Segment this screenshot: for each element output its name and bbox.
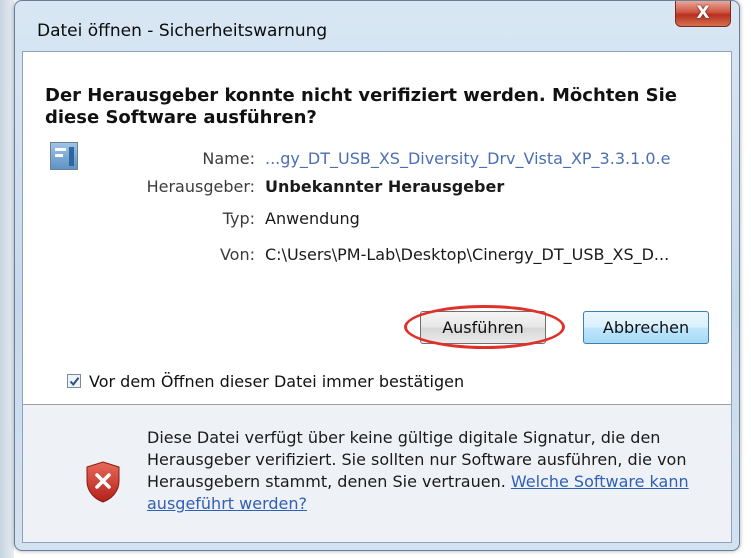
type-value: Anwendung [265,209,360,228]
warning-heading: Der Herausgeber konnte nicht verifiziert… [45,85,678,128]
always-confirm-checkbox[interactable] [67,374,81,388]
dialog-content: Der Herausgeber konnte nicht verifiziert… [22,51,732,543]
from-label: Von: [219,245,255,264]
dialog-title: Datei öffnen - Sicherheitswarnung [37,21,328,41]
info-row-publisher: Herausgeber: Unbekannter Herausgeber [23,174,733,200]
desktop-background [0,0,14,558]
name-label: Name: [202,149,255,168]
always-confirm-label: Vor dem Öffnen dieser Datei immer bestät… [89,372,465,391]
name-value: ...gy_DT_USB_XS_Diversity_Drv_Vista_XP_3… [265,149,671,168]
cancel-button[interactable]: Abbrechen [583,311,709,344]
type-label: Typ: [222,209,255,228]
shield-error-icon [86,461,120,503]
info-row-from: Von: C:\Users\PM-Lab\Desktop\Cinergy_DT_… [23,242,733,268]
warning-footer: Diese Datei verfügt über keine gültige d… [23,405,731,542]
close-icon: X [696,3,710,23]
checkmark-icon [69,377,80,387]
info-row-name: Name: ...gy_DT_USB_XS_Diversity_Drv_Vist… [23,146,733,172]
publisher-label: Herausgeber: [146,177,255,196]
security-warning-dialog: Datei öffnen - Sicherheitswarnung X Der … [14,0,740,551]
info-row-type: Typ: Anwendung [23,206,733,232]
from-value: C:\Users\PM-Lab\Desktop\Cinergy_DT_USB_X… [265,245,670,264]
run-button[interactable]: Ausführen [420,311,546,344]
close-button[interactable]: X [675,1,731,27]
publisher-value: Unbekannter Herausgeber [265,177,505,196]
warning-text-block: Diese Datei verfügt über keine gültige d… [147,427,713,515]
